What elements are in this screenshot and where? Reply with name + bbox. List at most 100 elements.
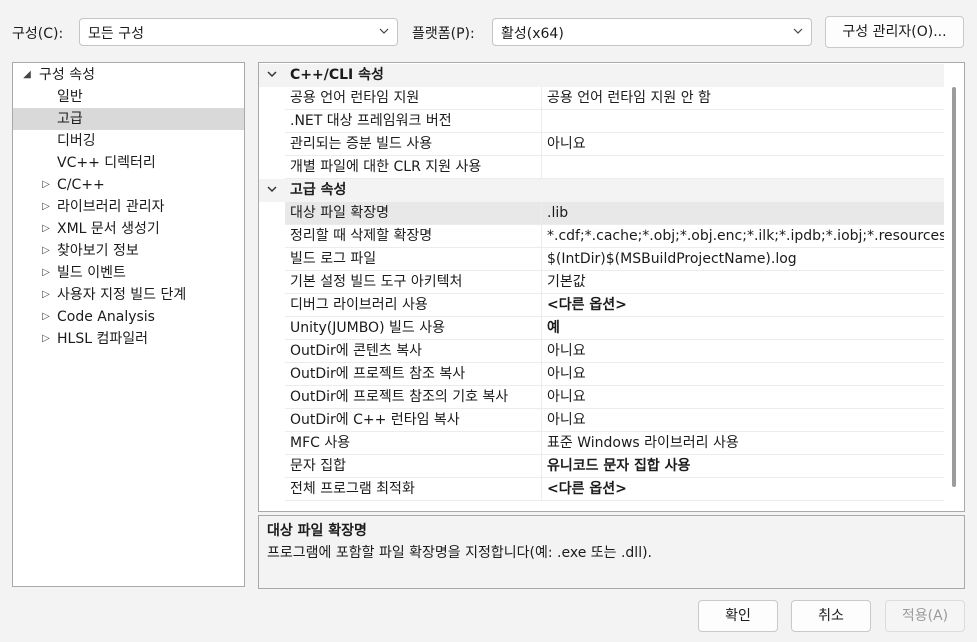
grid-property-row[interactable]: OutDir에 C++ 런타임 복사 아니요 [259, 409, 945, 432]
tree-item-label: 라이브러리 관리자 [57, 199, 165, 215]
property-value[interactable]: 유니코드 문자 집합 사용 [542, 455, 945, 478]
property-value[interactable]: 아니요 [542, 386, 945, 409]
platform-label: 플랫폼(P): [412, 26, 475, 42]
property-name: OutDir에 콘텐츠 복사 [285, 340, 542, 363]
expand-arrow-icon[interactable]: ▷ [40, 306, 52, 328]
grid-property-row[interactable]: .NET 대상 프레임워크 버전 [259, 110, 945, 133]
property-name: 대상 파일 확장명 [285, 202, 542, 225]
row-gutter [259, 87, 285, 110]
property-name: OutDir에 프로젝트 참조의 기호 복사 [285, 386, 542, 409]
property-name: Unity(JUMBO) 빌드 사용 [285, 317, 542, 340]
platform-dropdown[interactable]: 활성(x64) [492, 18, 812, 46]
expand-arrow-icon[interactable]: ▷ [40, 196, 52, 218]
grid-property-row[interactable]: MFC 사용 표준 Windows 라이브러리 사용 [259, 432, 945, 455]
tree-root-configuration-properties[interactable]: ◢ 구성 속성 [13, 64, 244, 86]
tree-item-label: HLSL 컴파일러 [57, 331, 148, 347]
grid-property-row[interactable]: 관리되는 증분 빌드 사용 아니요 [259, 133, 945, 156]
property-value[interactable]: <다른 옵션> [542, 294, 945, 317]
property-value[interactable]: 표준 Windows 라이브러리 사용 [542, 432, 945, 455]
property-name: 정리할 때 삭제할 확장명 [285, 225, 542, 248]
property-value[interactable] [542, 110, 945, 133]
grid-property-row[interactable]: 디버그 라이브러리 사용 <다른 옵션> [259, 294, 945, 317]
expand-arrow-icon[interactable]: ▷ [40, 174, 52, 196]
property-value[interactable]: 예 [542, 317, 945, 340]
property-value[interactable]: *.cdf;*.cache;*.obj;*.obj.enc;*.ilk;*.ip… [542, 225, 945, 248]
row-gutter [259, 110, 285, 133]
property-name: 디버그 라이브러리 사용 [285, 294, 542, 317]
tree-item[interactable]: ▷ Code Analysis [13, 306, 244, 328]
tree-item[interactable]: ▷ 빌드 이벤트 [13, 262, 244, 284]
grid-property-row[interactable]: 정리할 때 삭제할 확장명 *.cdf;*.cache;*.obj;*.obj.e… [259, 225, 945, 248]
expand-arrow-icon[interactable]: ▷ [40, 328, 52, 350]
row-gutter [259, 455, 285, 478]
cancel-button[interactable]: 취소 [791, 600, 871, 632]
chevron-down-icon[interactable] [265, 182, 279, 198]
grid-property-row[interactable]: OutDir에 프로젝트 참조의 기호 복사 아니요 [259, 386, 945, 409]
row-gutter [259, 317, 285, 340]
grid-category-row[interactable]: 고급 속성 [259, 179, 945, 202]
tree-item[interactable]: 고급 [13, 108, 244, 130]
tree-item[interactable]: 디버깅 [13, 130, 244, 152]
vertical-scrollbar[interactable] [944, 63, 964, 511]
grid-property-row[interactable]: 대상 파일 확장명 .lib [259, 202, 945, 225]
tree-item[interactable]: ▷ 찾아보기 정보 [13, 240, 244, 262]
apply-button[interactable]: 적용(A) [885, 600, 965, 632]
ok-button[interactable]: 확인 [698, 600, 778, 632]
grid-property-row[interactable]: 공용 언어 런타임 지원 공용 언어 런타임 지원 안 함 [259, 87, 945, 110]
tree-item[interactable]: ▷ 라이브러리 관리자 [13, 196, 244, 218]
chevron-down-icon[interactable] [265, 67, 279, 83]
expand-arrow-icon[interactable]: ▷ [40, 240, 52, 262]
tree-item[interactable]: ▷ C/C++ [13, 174, 244, 196]
expand-arrow-icon[interactable]: ▷ [40, 262, 52, 284]
property-value[interactable]: 공용 언어 런타임 지원 안 함 [542, 87, 945, 110]
property-value[interactable]: 아니요 [542, 340, 945, 363]
property-value[interactable]: 아니요 [542, 133, 945, 156]
property-name: 개별 파일에 대한 CLR 지원 사용 [285, 156, 542, 179]
property-value[interactable]: 아니요 [542, 363, 945, 386]
row-gutter [259, 156, 285, 179]
grid-property-row[interactable]: 문자 집합 유니코드 문자 집합 사용 [259, 455, 945, 478]
configuration-dropdown[interactable]: 모든 구성 [79, 18, 398, 46]
property-value[interactable]: .lib [542, 202, 945, 225]
property-value[interactable]: 기본값 [542, 271, 945, 294]
tree-item-label: 찾아보기 정보 [57, 243, 139, 259]
tree-item-label: 일반 [57, 89, 83, 105]
tree-item[interactable]: 일반 [13, 86, 244, 108]
description-pane: 대상 파일 확장명 프로그램에 포함할 파일 확장명을 지정합니다(예: .ex… [258, 515, 965, 589]
tree-item-label: VC++ 디렉터리 [57, 155, 156, 171]
platform-dropdown-value: 활성(x64) [501, 26, 564, 42]
property-value[interactable]: $(IntDir)$(MSBuildProjectName).log [542, 248, 945, 271]
grid-property-row[interactable]: OutDir에 프로젝트 참조 복사 아니요 [259, 363, 945, 386]
description-text: 프로그램에 포함할 파일 확장명을 지정합니다(예: .exe 또는 .dll)… [267, 545, 653, 561]
expanded-arrow-icon[interactable]: ◢ [21, 64, 33, 86]
property-name: MFC 사용 [285, 432, 542, 455]
tree-item-label: 디버깅 [57, 133, 96, 149]
property-value[interactable]: <다른 옵션> [542, 478, 945, 501]
grid-category-row[interactable]: C++/CLI 속성 [259, 64, 945, 87]
row-gutter [259, 133, 285, 156]
chevron-down-icon [379, 28, 389, 34]
property-value[interactable] [542, 156, 945, 179]
expand-arrow-icon[interactable]: ▷ [40, 284, 52, 306]
tree-item[interactable]: ▷ 사용자 지정 빌드 단계 [13, 284, 244, 306]
row-gutter [259, 363, 285, 386]
row-gutter [259, 202, 285, 225]
configuration-label: 구성(C): [12, 26, 64, 42]
grid-property-row[interactable]: 전체 프로그램 최적화 <다른 옵션> [259, 478, 945, 501]
grid-property-row[interactable]: 기본 설정 빌드 도구 아키텍처 기본값 [259, 271, 945, 294]
tree-item[interactable]: ▷ HLSL 컴파일러 [13, 328, 244, 350]
grid-property-row[interactable]: Unity(JUMBO) 빌드 사용 예 [259, 317, 945, 340]
grid-property-row[interactable]: 개별 파일에 대한 CLR 지원 사용 [259, 156, 945, 179]
scrollbar-thumb[interactable] [952, 87, 956, 487]
expand-arrow-icon[interactable]: ▷ [40, 218, 52, 240]
row-gutter [259, 225, 285, 248]
tree-item[interactable]: ▷ XML 문서 생성기 [13, 218, 244, 240]
grid-property-row[interactable]: OutDir에 콘텐츠 복사 아니요 [259, 340, 945, 363]
property-name: OutDir에 C++ 런타임 복사 [285, 409, 542, 432]
grid-category-label: C++/CLI 속성 [290, 67, 384, 83]
property-value[interactable]: 아니요 [542, 409, 945, 432]
tree-item[interactable]: VC++ 디렉터리 [13, 152, 244, 174]
configuration-manager-button[interactable]: 구성 관리자(O)... [825, 16, 964, 48]
grid-property-row[interactable]: 빌드 로그 파일 $(IntDir)$(MSBuildProjectName).l… [259, 248, 945, 271]
configuration-toolbar: 구성(C): 모든 구성 플랫폼(P): 활성(x64) 구성 관리자(O)..… [0, 0, 977, 62]
